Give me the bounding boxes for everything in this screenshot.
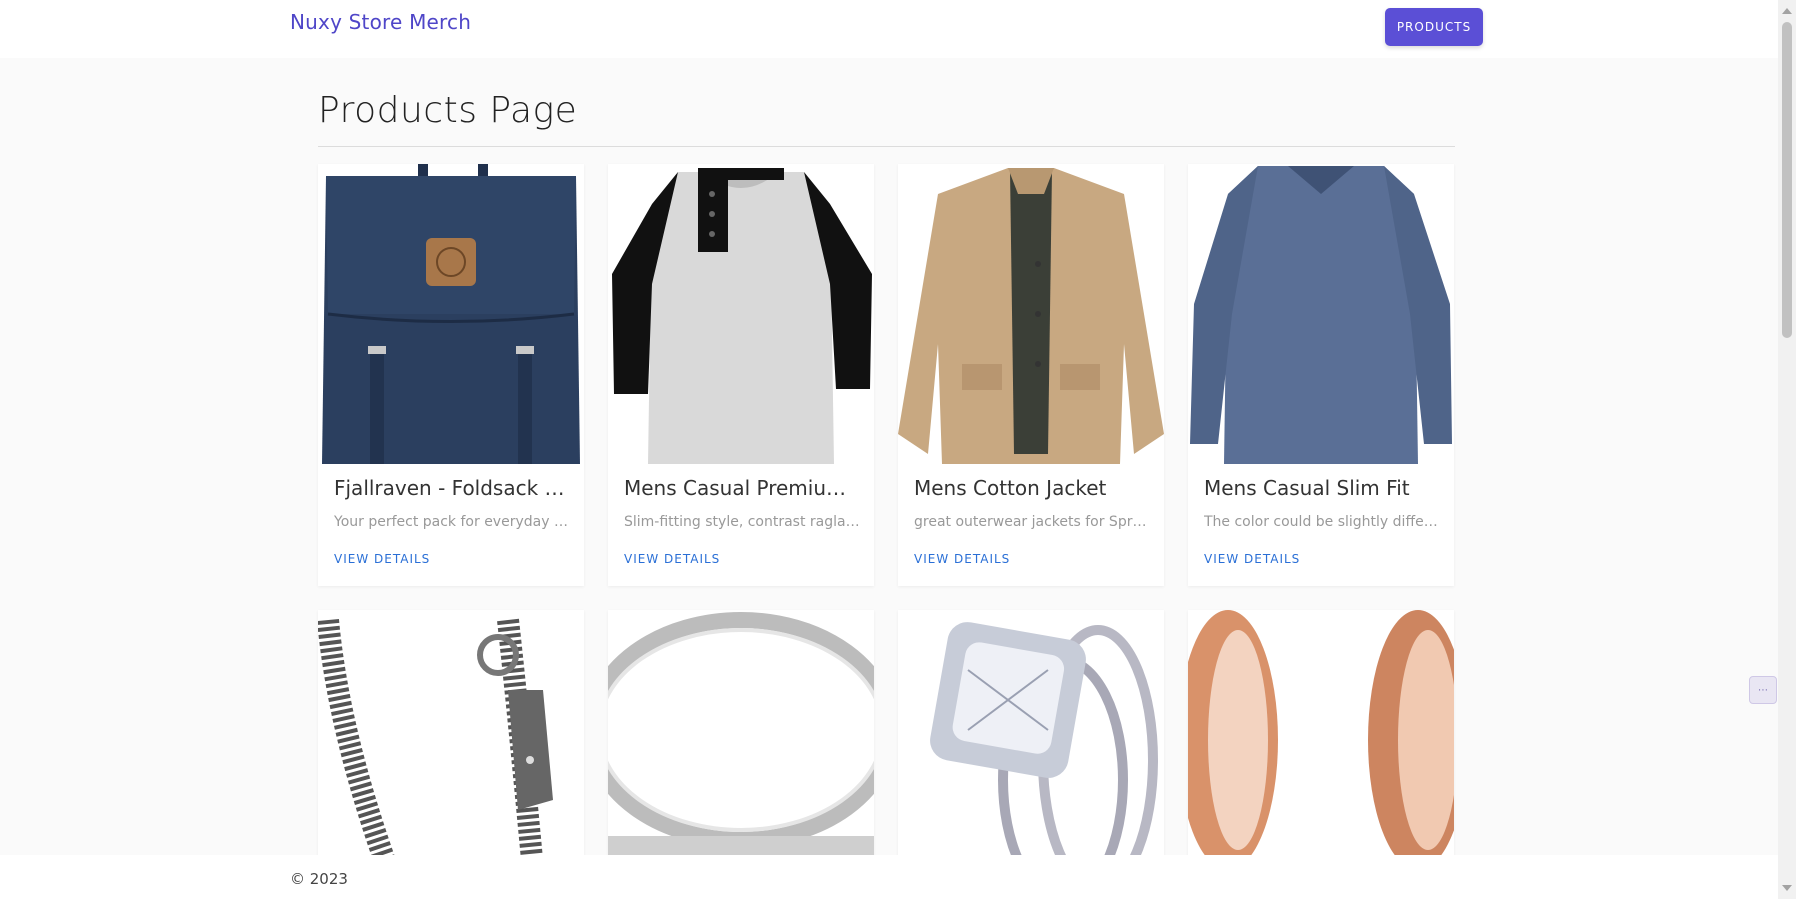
view-details-link[interactable]: VIEW DETAILS xyxy=(624,552,720,566)
view-details-link[interactable]: VIEW DETAILS xyxy=(1204,552,1300,566)
product-card: Fjallraven - Foldsack No. 1 Backpack, Fi… xyxy=(318,164,584,586)
products-nav-button[interactable]: PRODUCTS xyxy=(1385,8,1483,46)
diamond-ring-image[interactable] xyxy=(898,610,1164,870)
top-navbar: Nuxy Store Merch PRODUCTS xyxy=(0,0,1778,58)
copyright-text: © 2023 xyxy=(290,870,348,888)
product-description: Slim-fitting style, contrast raglan long… xyxy=(624,514,860,530)
scrollbar-thumb[interactable] xyxy=(1782,22,1792,338)
product-card: Mens Cotton Jacket great outerwear jacke… xyxy=(898,164,1164,586)
product-title: Mens Casual Premium Slim Fit T-Shirts xyxy=(624,476,860,500)
product-card xyxy=(608,610,874,870)
view-details-link[interactable]: VIEW DETAILS xyxy=(334,552,430,566)
product-title: Mens Casual Slim Fit xyxy=(1204,476,1410,500)
jacket-image[interactable] xyxy=(898,164,1164,464)
view-details-link[interactable]: VIEW DETAILS xyxy=(914,552,1010,566)
silver-ring-image[interactable] xyxy=(608,610,874,870)
product-description: Your perfect pack for everyday use and w… xyxy=(334,514,570,530)
product-title: Fjallraven - Foldsack No. 1 Backpack, Fi… xyxy=(334,476,570,500)
henley-shirt-image[interactable] xyxy=(608,164,874,464)
product-card: Mens Casual Slim Fit The color could be … xyxy=(1188,164,1454,586)
floating-widget-icon[interactable]: ⋯ xyxy=(1749,676,1777,704)
page-title: Products Page xyxy=(318,90,578,131)
chain-bracelet-image[interactable] xyxy=(318,610,584,870)
page-scrollbar[interactable] xyxy=(1778,0,1796,899)
product-card xyxy=(898,610,1164,870)
product-title: Mens Cotton Jacket xyxy=(914,476,1107,500)
product-card xyxy=(1188,610,1454,870)
title-divider xyxy=(318,146,1455,147)
product-card: Mens Casual Premium Slim Fit T-Shirts Sl… xyxy=(608,164,874,586)
backpack-image[interactable] xyxy=(318,164,584,464)
footer: © 2023 xyxy=(0,855,1778,899)
product-description: The color could be slightly different be… xyxy=(1204,514,1440,530)
brand-link[interactable]: Nuxy Store Merch xyxy=(290,10,471,34)
longsleeve-shirt-image[interactable] xyxy=(1188,164,1454,464)
scroll-down-arrow-icon[interactable] xyxy=(1782,885,1792,891)
scroll-up-arrow-icon[interactable] xyxy=(1782,8,1792,14)
rose-gold-tunnel-image[interactable] xyxy=(1188,610,1454,870)
product-description: great outerwear jackets for Spring/Autum… xyxy=(914,514,1150,530)
product-card xyxy=(318,610,584,870)
